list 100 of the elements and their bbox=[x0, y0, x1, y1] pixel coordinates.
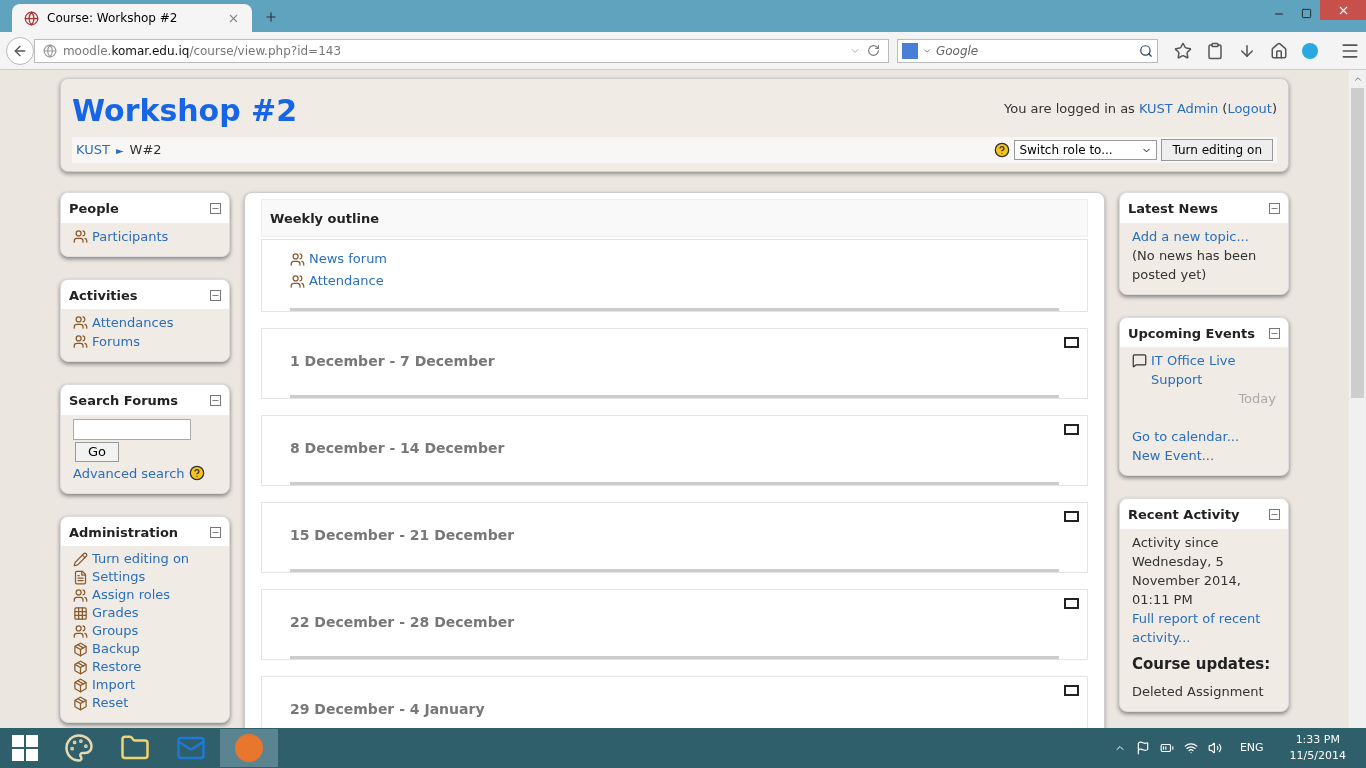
parenthesis: ) bbox=[1271, 100, 1277, 118]
turn-editing-on-button[interactable]: Turn editing on bbox=[1161, 139, 1273, 161]
people-icon bbox=[73, 228, 88, 244]
block-title: Activities bbox=[69, 286, 138, 305]
block-link[interactable]: Import bbox=[92, 676, 136, 694]
back-button[interactable] bbox=[6, 36, 34, 65]
course-updates-heading: Course updates: bbox=[1132, 654, 1272, 674]
box-icon bbox=[73, 659, 88, 675]
highlight-toggle-icon[interactable] bbox=[1064, 424, 1079, 435]
block-link[interactable]: Backup bbox=[92, 640, 140, 658]
week-title: 29 December - 4 January bbox=[290, 700, 486, 719]
block-link[interactable]: Forums bbox=[92, 332, 140, 351]
collapse-icon bbox=[210, 289, 221, 301]
collapse-icon bbox=[210, 203, 221, 215]
breadcrumb-current: W#2 bbox=[129, 141, 162, 160]
network-icon bbox=[1183, 741, 1198, 755]
event-link[interactable]: IT Office Live Support bbox=[1151, 351, 1276, 389]
highlight-toggle-icon[interactable] bbox=[1064, 337, 1079, 348]
collapse-icon bbox=[1269, 327, 1280, 339]
block-title: Recent Activity bbox=[1128, 506, 1240, 524]
collapse-icon bbox=[1269, 509, 1280, 521]
calendar-link[interactable]: New Event... bbox=[1132, 446, 1215, 465]
logout-link[interactable]: Logout bbox=[1227, 99, 1272, 119]
start-windows-icon[interactable] bbox=[12, 735, 38, 761]
breadcrumb-separator: ► bbox=[115, 143, 124, 158]
bookmark-star-icon bbox=[1174, 41, 1192, 60]
block-link[interactable]: Turn editing on bbox=[92, 550, 190, 568]
activity-since-text: Activity since Wednesday, 5 November 2014, 01:11 PM bbox=[1132, 533, 1242, 609]
speaker-icon bbox=[1207, 741, 1222, 755]
search-bar[interactable]: Google bbox=[896, 38, 1158, 63]
clock-date: 11/5/2014 bbox=[1289, 748, 1346, 764]
block-title: Upcoming Events bbox=[1128, 324, 1255, 343]
highlight-toggle-icon[interactable] bbox=[1064, 598, 1079, 609]
help-icon[interactable] bbox=[188, 465, 205, 481]
box-icon bbox=[73, 641, 88, 657]
language-indicator[interactable]: ENG bbox=[1239, 739, 1264, 757]
collapse-icon bbox=[1269, 203, 1280, 215]
people-icon bbox=[290, 273, 305, 289]
box-icon bbox=[73, 677, 88, 693]
parenthesis: ( bbox=[1222, 100, 1228, 118]
switch-role-select[interactable]: Switch role to... bbox=[1014, 140, 1158, 160]
people-icon bbox=[290, 251, 305, 267]
box-icon bbox=[73, 695, 88, 711]
user-link[interactable]: KUST Admin bbox=[1138, 99, 1219, 119]
activity-link[interactable]: Attendance bbox=[309, 270, 384, 292]
browser-tab[interactable]: Course: Workshop #2 bbox=[12, 4, 252, 32]
update-text: Deleted Assignment bbox=[1132, 682, 1265, 701]
block-title: People bbox=[69, 200, 119, 218]
clipboard-icon bbox=[1206, 41, 1224, 60]
help-icon[interactable] bbox=[994, 142, 1011, 158]
search-engine-logo[interactable] bbox=[901, 42, 918, 59]
block-link[interactable]: Attendances bbox=[92, 313, 174, 332]
site-icon bbox=[24, 10, 39, 26]
breadcrumb-link[interactable]: KUST bbox=[76, 140, 110, 160]
advanced-search-link[interactable]: Advanced search bbox=[73, 463, 185, 483]
block-link[interactable]: Assign roles bbox=[92, 586, 171, 604]
block-link[interactable]: Participants bbox=[92, 226, 169, 246]
search-icon[interactable] bbox=[1139, 43, 1153, 58]
pencil-icon bbox=[73, 551, 88, 567]
document-icon bbox=[73, 569, 88, 585]
people-icon bbox=[73, 334, 88, 349]
block-link[interactable]: Restore bbox=[92, 658, 142, 676]
calendar-link[interactable]: Go to calendar... bbox=[1132, 427, 1240, 446]
search-field[interactable] bbox=[73, 418, 191, 440]
go-button[interactable]: Go bbox=[75, 441, 120, 462]
search-field[interactable]: Google bbox=[935, 41, 1135, 60]
block-link[interactable]: Settings bbox=[92, 568, 146, 586]
people-icon bbox=[73, 623, 88, 639]
address-bar[interactable]: moodle.komar.edu.iq/course/view.php?id=143 bbox=[33, 38, 889, 63]
add-topic-link[interactable]: Add a new topic... bbox=[1132, 226, 1276, 246]
block-title: Administration bbox=[69, 523, 179, 542]
collapse-icon bbox=[210, 526, 221, 538]
restore-icon bbox=[1301, 8, 1312, 19]
block-link[interactable]: Reset bbox=[92, 694, 129, 712]
no-news-note: (No news has been posted yet) bbox=[1132, 246, 1258, 284]
collapse-icon bbox=[210, 395, 221, 407]
login-info: You are logged in as bbox=[1004, 100, 1135, 118]
outline-title: Weekly outline bbox=[270, 211, 379, 226]
home-icon bbox=[1270, 41, 1288, 60]
block-link[interactable]: Grades bbox=[92, 604, 139, 622]
battery-icon bbox=[1159, 741, 1174, 755]
week-title: 8 December - 14 December bbox=[290, 439, 506, 458]
tab-title: Course: Workshop #2 bbox=[47, 10, 179, 27]
block-title: Search Forums bbox=[69, 392, 179, 410]
highlight-toggle-icon[interactable] bbox=[1064, 511, 1079, 522]
palette-icon bbox=[64, 733, 94, 763]
block-title: Latest News bbox=[1128, 200, 1218, 218]
block-link[interactable]: Groups bbox=[92, 622, 139, 640]
new-tab-icon bbox=[264, 10, 278, 24]
event-date: Today bbox=[1238, 390, 1276, 408]
week-title: 15 December - 21 December bbox=[290, 526, 516, 545]
flag-icon bbox=[1135, 741, 1150, 755]
clock-time: 1:33 PM bbox=[1295, 732, 1340, 748]
full-report-link[interactable]: Full report of recent activity... bbox=[1132, 608, 1276, 647]
speech-bubble-icon bbox=[1132, 353, 1147, 368]
week-title: 1 December - 7 December bbox=[290, 352, 496, 371]
highlight-toggle-icon[interactable] bbox=[1064, 685, 1079, 696]
scrollbar[interactable] bbox=[1349, 70, 1366, 728]
people-icon bbox=[73, 587, 88, 603]
activity-link[interactable]: News forum bbox=[309, 248, 388, 270]
